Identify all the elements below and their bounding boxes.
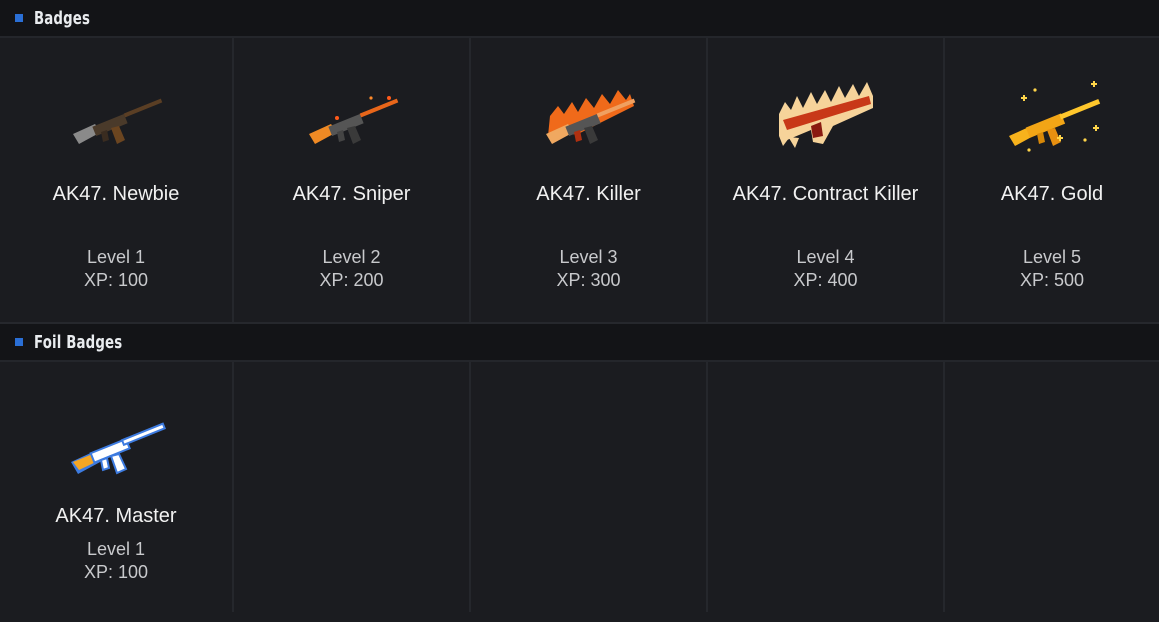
ak47-gold-icon <box>1009 81 1101 152</box>
badge-level: Level 5 <box>1022 247 1082 267</box>
empty-badge-slot <box>234 362 469 612</box>
badge-level: Level 4 <box>796 247 855 267</box>
ak47-killer-icon <box>545 90 635 144</box>
badge-xp: XP: 100 <box>83 270 149 290</box>
foil-badges-section: Foil Badges AK47. Master Level 1 XP: 100 <box>0 324 1159 612</box>
badge-xp: XP: 200 <box>319 270 384 290</box>
badge-card[interactable]: AK47. Gold Level 5 XP: 500 <box>945 38 1159 322</box>
section-title: Badges <box>34 7 91 29</box>
badge-level: Level 1 <box>86 539 146 559</box>
foil-badges-section-header: Foil Badges <box>0 324 1159 362</box>
badge-name: AK47. Master <box>55 505 177 527</box>
badge-card[interactable]: AK47. Sniper Level 2 XP: 200 <box>234 38 469 322</box>
badge-name: AK47. Killer <box>536 183 641 205</box>
empty-badge-slot <box>471 362 706 612</box>
ak47-master-icon <box>71 422 167 475</box>
badge-name: AK47. Contract Killer <box>732 183 919 205</box>
badge-meta: Level 4 XP: 400 <box>708 246 943 292</box>
badge-meta: Level 5 XP: 500 <box>945 246 1159 292</box>
badge-card[interactable]: AK47. Newbie Level 1 XP: 100 <box>0 38 232 322</box>
badge-level: Level 3 <box>559 247 618 267</box>
section-marker-icon <box>15 338 23 346</box>
badge-xp: XP: 500 <box>1019 270 1085 290</box>
section-title: Foil Badges <box>34 331 123 353</box>
badge-meta: Level 2 XP: 200 <box>234 246 469 292</box>
badge-meta: Level 1 XP: 100 <box>0 538 232 584</box>
badge-level: Level 2 <box>322 247 381 267</box>
badges-grid: AK47. Newbie Level 1 XP: 100 AK47. Snipe… <box>0 38 1159 324</box>
badge-xp: XP: 300 <box>556 270 621 290</box>
empty-badge-slot <box>945 362 1159 612</box>
badge-name: AK47. Newbie <box>52 183 180 205</box>
badge-card[interactable]: AK47. Contract Killer Level 4 XP: 400 <box>708 38 943 322</box>
badge-xp: XP: 100 <box>83 562 149 582</box>
badge-level: Level 1 <box>86 247 146 267</box>
badge-name: AK47. Gold <box>1000 183 1104 205</box>
section-marker-icon <box>15 14 23 22</box>
empty-badge-slot <box>708 362 943 612</box>
badges-section-header: Badges <box>0 0 1159 38</box>
badge-card[interactable]: AK47. Killer Level 3 XP: 300 <box>471 38 706 322</box>
ak47-contract-killer-icon <box>778 82 873 148</box>
badges-section: Badges AK47. Newbie Level 1 XP: 100 AK47… <box>0 0 1159 324</box>
badge-meta: Level 1 XP: 100 <box>0 246 232 292</box>
ak47-newbie-icon <box>73 98 163 144</box>
badge-name: AK47. Sniper <box>292 183 411 205</box>
badge-xp: XP: 400 <box>793 270 858 290</box>
badge-card[interactable]: AK47. Master Level 1 XP: 100 <box>0 362 232 612</box>
ak47-sniper-icon <box>308 96 398 144</box>
badge-meta: Level 3 XP: 300 <box>471 246 706 292</box>
foil-badges-grid: AK47. Master Level 1 XP: 100 <box>0 362 1159 612</box>
